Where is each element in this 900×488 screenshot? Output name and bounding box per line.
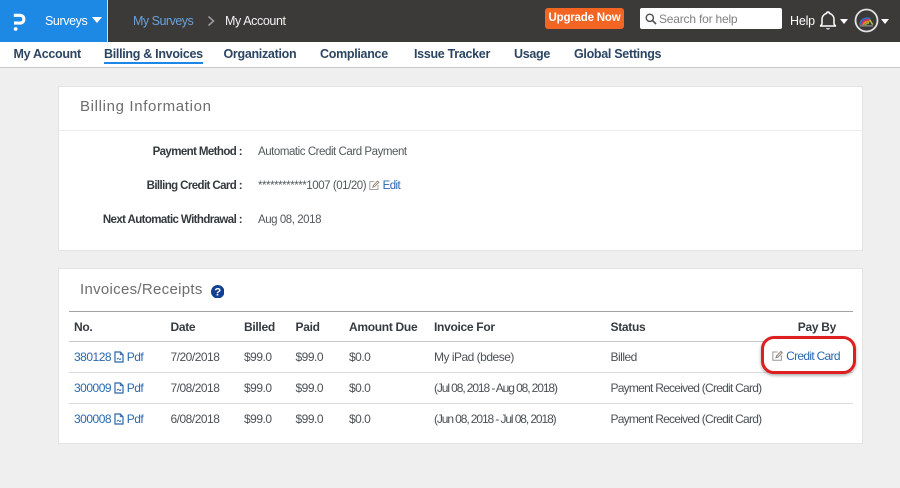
svg-text:?: ? <box>214 286 221 298</box>
